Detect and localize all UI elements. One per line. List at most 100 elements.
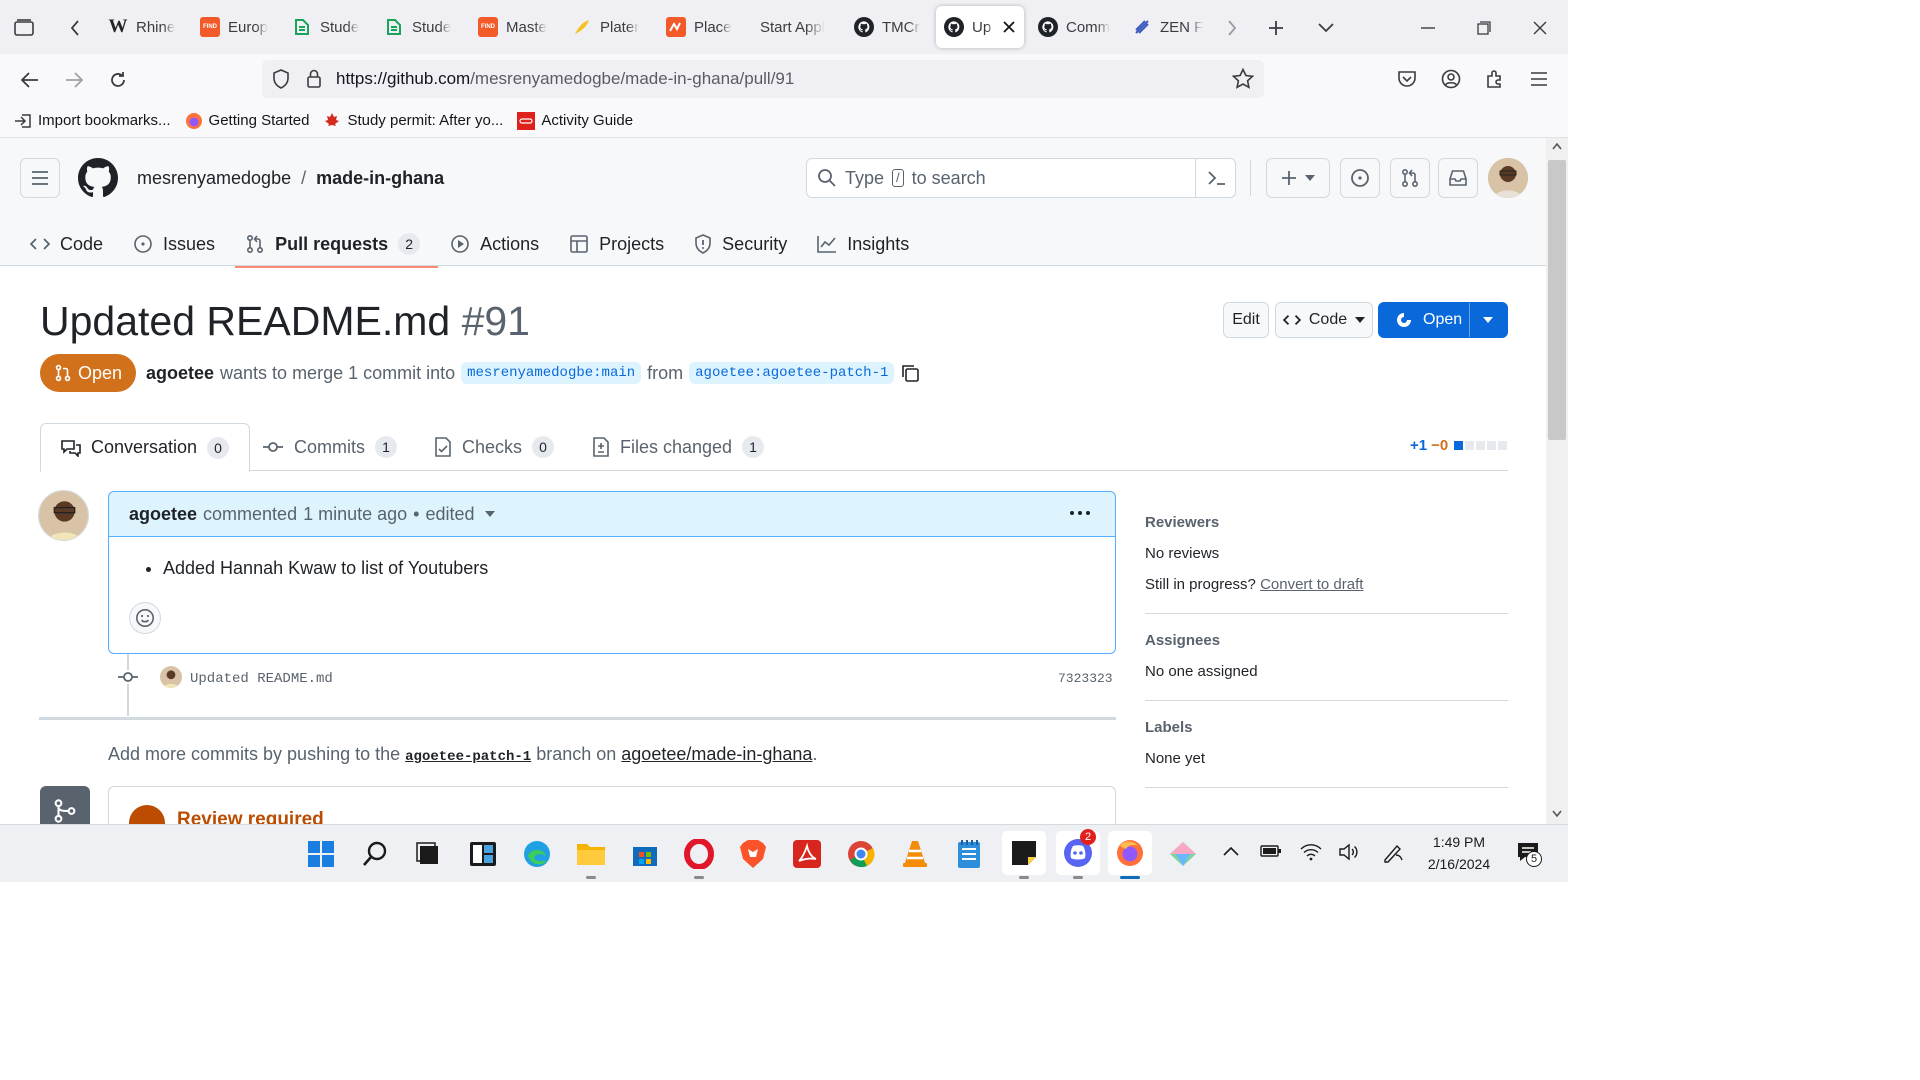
widgets-button[interactable]: [466, 837, 500, 871]
reload-icon[interactable]: [104, 66, 132, 94]
url-bar[interactable]: https://github.com/mesrenyamedogbe/made-…: [262, 60, 1264, 98]
repo-owner-link[interactable]: mesrenyamedogbe: [137, 168, 291, 189]
url-text[interactable]: https://github.com/mesrenyamedogbe/made-…: [336, 69, 794, 89]
browser-tab[interactable]: Plater: [564, 6, 652, 48]
add-reaction-button[interactable]: [129, 602, 161, 634]
github-logo-icon[interactable]: [78, 158, 118, 198]
code-dropdown-button[interactable]: Code: [1275, 302, 1373, 338]
command-palette-icon[interactable]: [1207, 169, 1227, 187]
tab-files-changed[interactable]: Files changed 1: [592, 423, 765, 471]
vlc-taskbar-app[interactable]: [898, 837, 932, 871]
task-view-button[interactable]: [412, 837, 446, 871]
open-dropdown-caret-icon[interactable]: [1483, 317, 1493, 323]
page-scrollbar[interactable]: [1546, 138, 1568, 824]
wifi-icon[interactable]: [1300, 843, 1322, 861]
repo-tab-security[interactable]: Security: [692, 222, 797, 266]
forward-icon[interactable]: [60, 66, 88, 94]
restore-icon[interactable]: [1470, 14, 1498, 42]
repo-tab-pull-requests[interactable]: Pull requests 2: [235, 222, 439, 268]
list-all-tabs-icon[interactable]: [1312, 14, 1340, 42]
assignees-heading[interactable]: Assignees: [1145, 632, 1508, 649]
store-taskbar-app[interactable]: [628, 837, 662, 871]
scroll-up-icon[interactable]: [1552, 142, 1562, 150]
commit-author-avatar[interactable]: [160, 666, 182, 688]
chrome-taskbar-app[interactable]: [844, 837, 878, 871]
clock[interactable]: 1:49 PM 2/16/2024: [1414, 831, 1504, 875]
open-in-button[interactable]: Open: [1378, 302, 1508, 338]
tab-conversation[interactable]: Conversation 0: [40, 423, 251, 472]
scrollbar-thumb[interactable]: [1548, 160, 1566, 440]
close-tab-icon[interactable]: [1002, 20, 1016, 34]
browser-tab[interactable]: TMCr: [846, 6, 934, 48]
issues-button[interactable]: [1340, 158, 1380, 198]
pr-author-link[interactable]: agoetee: [146, 363, 214, 384]
comment-author-link[interactable]: agoetee: [129, 504, 197, 525]
edit-title-button[interactable]: Edit: [1223, 302, 1269, 338]
tabs-scroll-left-icon[interactable]: [62, 14, 88, 42]
browser-tab[interactable]: Place: [658, 6, 746, 48]
browser-tab[interactable]: Comm: [1030, 6, 1118, 48]
push-repo-link[interactable]: agoetee/made-in-ghana: [621, 744, 812, 764]
account-icon[interactable]: [1438, 66, 1464, 92]
tab-checks[interactable]: Checks 0: [434, 423, 555, 471]
start-button[interactable]: [304, 837, 338, 871]
gem-taskbar-app[interactable]: [1166, 837, 1200, 871]
app-menu-icon[interactable]: [1526, 66, 1552, 92]
file-explorer-taskbar-app[interactable]: [574, 837, 608, 879]
labels-heading[interactable]: Labels: [1145, 719, 1508, 736]
firefox-taskbar-app[interactable]: [1108, 831, 1152, 879]
browser-tab[interactable]: Stude: [284, 6, 372, 48]
browser-tab[interactable]: Stude: [376, 6, 464, 48]
battery-icon[interactable]: [1260, 843, 1282, 859]
kebab-menu-icon[interactable]: [1069, 510, 1091, 516]
create-new-button[interactable]: [1266, 158, 1330, 198]
extensions-icon[interactable]: [1482, 66, 1508, 92]
tabs-scroll-right-icon[interactable]: [1220, 14, 1244, 42]
search-taskbar-button[interactable]: [358, 837, 392, 871]
notification-center-icon[interactable]: 5: [1516, 841, 1542, 867]
browser-tab[interactable]: FIND Maste: [470, 6, 558, 48]
copy-icon[interactable]: [900, 363, 920, 383]
comment-timestamp[interactable]: 1 minute ago: [303, 504, 407, 525]
bookmark-import[interactable]: Import bookmarks...: [14, 112, 171, 129]
head-branch-link[interactable]: agoetee:agoetee-patch-1: [689, 362, 895, 384]
notepad-taskbar-app[interactable]: [952, 837, 986, 871]
close-window-icon[interactable]: [1526, 14, 1554, 42]
tab-list-icon[interactable]: [10, 14, 38, 42]
hamburger-menu-button[interactable]: [20, 158, 60, 198]
discord-taskbar-app[interactable]: 2: [1056, 829, 1100, 879]
bookmark-activity-guide[interactable]: Activity Guide: [517, 111, 633, 130]
commit-message-link[interactable]: Updated README.md: [190, 671, 333, 687]
sticky-notes-taskbar-app[interactable]: [1002, 831, 1046, 879]
edge-taskbar-app[interactable]: [520, 837, 554, 871]
scroll-down-icon[interactable]: [1552, 810, 1562, 818]
open-in-main[interactable]: Open: [1395, 311, 1462, 329]
shield-tracking-icon[interactable]: [272, 69, 290, 89]
caret-down-icon[interactable]: [484, 511, 495, 517]
repo-tab-actions[interactable]: Actions: [448, 222, 549, 266]
inbox-button[interactable]: [1438, 158, 1478, 198]
pen-icon[interactable]: [1382, 843, 1404, 863]
base-branch-link[interactable]: mesrenyamedogbe:main: [461, 362, 642, 384]
back-icon[interactable]: [16, 66, 44, 94]
commit-sha-link[interactable]: 7323323: [1058, 671, 1113, 686]
repo-name-link[interactable]: made-in-ghana: [316, 168, 444, 189]
repo-tab-issues[interactable]: Issues: [131, 222, 225, 266]
acrobat-taskbar-app[interactable]: [790, 837, 824, 871]
browser-tab-active[interactable]: Up: [936, 6, 1024, 48]
user-avatar[interactable]: [1488, 158, 1528, 198]
minimize-icon[interactable]: [1414, 14, 1442, 42]
lock-icon[interactable]: [306, 68, 322, 88]
browser-tab[interactable]: W Rhine: [100, 6, 188, 48]
tab-commits[interactable]: Commits 1: [262, 423, 397, 471]
repo-tab-insights[interactable]: Insights: [815, 222, 919, 266]
bookmark-star-icon[interactable]: [1232, 68, 1254, 89]
volume-icon[interactable]: [1338, 843, 1360, 861]
reviewers-heading[interactable]: Reviewers: [1145, 514, 1508, 531]
repo-tab-code[interactable]: Code: [28, 222, 113, 266]
search-input[interactable]: Type / to search: [806, 158, 1236, 198]
opera-taskbar-app[interactable]: [682, 837, 716, 879]
edited-history-link[interactable]: edited: [425, 504, 474, 525]
show-hidden-icons-chevron-icon[interactable]: [1222, 845, 1240, 857]
comment-author-avatar[interactable]: [38, 490, 89, 541]
